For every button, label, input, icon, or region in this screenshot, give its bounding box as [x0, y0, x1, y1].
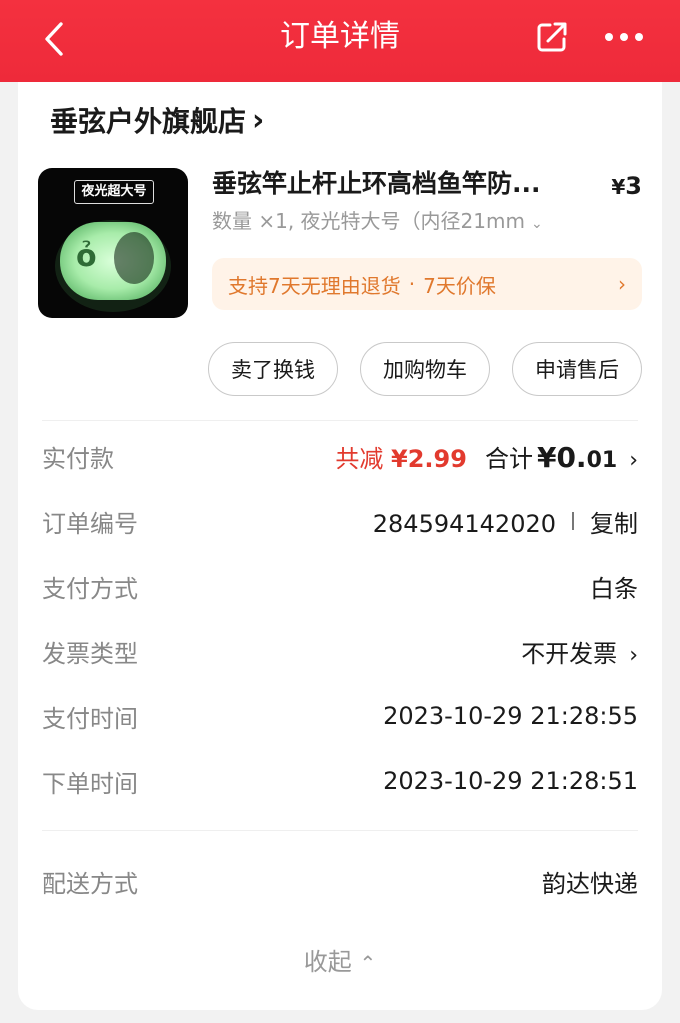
divider [42, 830, 638, 831]
discount-text: 共减 ¥2.99 [335, 444, 467, 473]
delivery-value: 韵达快递 [542, 869, 638, 898]
order-number-value: 284594142020 [372, 509, 556, 538]
chevron-right-icon: › [629, 642, 638, 668]
separator [572, 512, 574, 530]
delivery-label: 配送方式 [42, 869, 138, 898]
more-button[interactable] [598, 14, 650, 60]
chevron-right-icon: › [629, 447, 638, 473]
product-price: ¥3 [611, 172, 642, 200]
pay-time-row: 支付时间 2023-10-29 21:28:55 [42, 692, 638, 740]
store-link[interactable]: 垂弦户外旗舰店 › [50, 98, 264, 142]
paid-row[interactable]: 实付款 共减 ¥2.99 合计 ¥0.01 › [42, 432, 638, 480]
add-to-cart-button[interactable]: 加购物车 [360, 342, 490, 396]
order-time-label: 下单时间 [42, 769, 138, 798]
copy-button[interactable]: 复制 [590, 504, 638, 539]
chevron-right-icon: › [252, 102, 265, 138]
more-dots-icon [605, 33, 643, 41]
after-sale-button[interactable]: 申请售后 [512, 342, 642, 396]
product-title[interactable]: 垂弦竿止杆止环高档鱼竿防... [212, 164, 572, 204]
pay-time-label: 支付时间 [42, 704, 138, 733]
invoice-value: 不开发票 [521, 639, 618, 668]
product-image[interactable]: 夜光超大号 ỏ [38, 168, 188, 318]
pay-method-label: 支付方式 [42, 574, 138, 603]
order-time-value: 2023-10-29 21:28:51 [383, 767, 638, 795]
collapse-button[interactable]: 收起 ⌃ [18, 942, 662, 982]
pay-method-value: 白条 [590, 574, 638, 603]
glow-ring-image: ỏ [55, 220, 171, 312]
top-bar: 订单详情 [0, 0, 680, 82]
order-number-label: 订单编号 [42, 509, 138, 538]
paid-label: 实付款 [42, 444, 114, 473]
chevron-up-icon: ⌃ [359, 951, 377, 975]
svg-text:ỏ: ỏ [76, 239, 97, 274]
product-spec[interactable]: 数量 ×1, 夜光特大号（内径21mm ⌄ [212, 204, 592, 238]
delivery-row: 配送方式 韵达快递 [42, 857, 638, 905]
pay-method-row: 支付方式 白条 [42, 562, 638, 610]
pay-time-value: 2023-10-29 21:28:55 [383, 702, 638, 730]
order-card: 垂弦户外旗舰店 › 夜光超大号 ỏ 垂弦竿止杆止环高档鱼竿防... ¥3 数量 … [18, 82, 662, 1010]
share-button[interactable] [530, 14, 574, 60]
total-amount: ¥0.01 [536, 440, 618, 474]
page-title: 订单详情 [280, 19, 400, 54]
invoice-row[interactable]: 发票类型 不开发票 › [42, 627, 638, 675]
action-buttons: 卖了换钱 加购物车 申请售后 [208, 342, 642, 396]
divider [42, 420, 638, 421]
order-number-row: 订单编号 284594142020 复制 [42, 497, 638, 545]
sell-button[interactable]: 卖了换钱 [208, 342, 338, 396]
order-time-row: 下单时间 2023-10-29 21:28:51 [42, 757, 638, 805]
service-promise-bar[interactable]: 支持7天无理由退货 · 7天价保 › [212, 258, 642, 310]
paid-value: 共减 ¥2.99 合计 ¥0.01 › [335, 440, 638, 474]
chevron-right-icon: › [618, 272, 626, 296]
share-icon [537, 22, 567, 52]
price-protect-text: 7天价保 [423, 273, 496, 298]
store-name: 垂弦户外旗舰店 [50, 105, 247, 138]
invoice-label: 发票类型 [42, 639, 138, 668]
chevron-down-icon: ⌄ [530, 216, 543, 232]
return-policy-text: 支持7天无理由退货 [228, 273, 401, 298]
